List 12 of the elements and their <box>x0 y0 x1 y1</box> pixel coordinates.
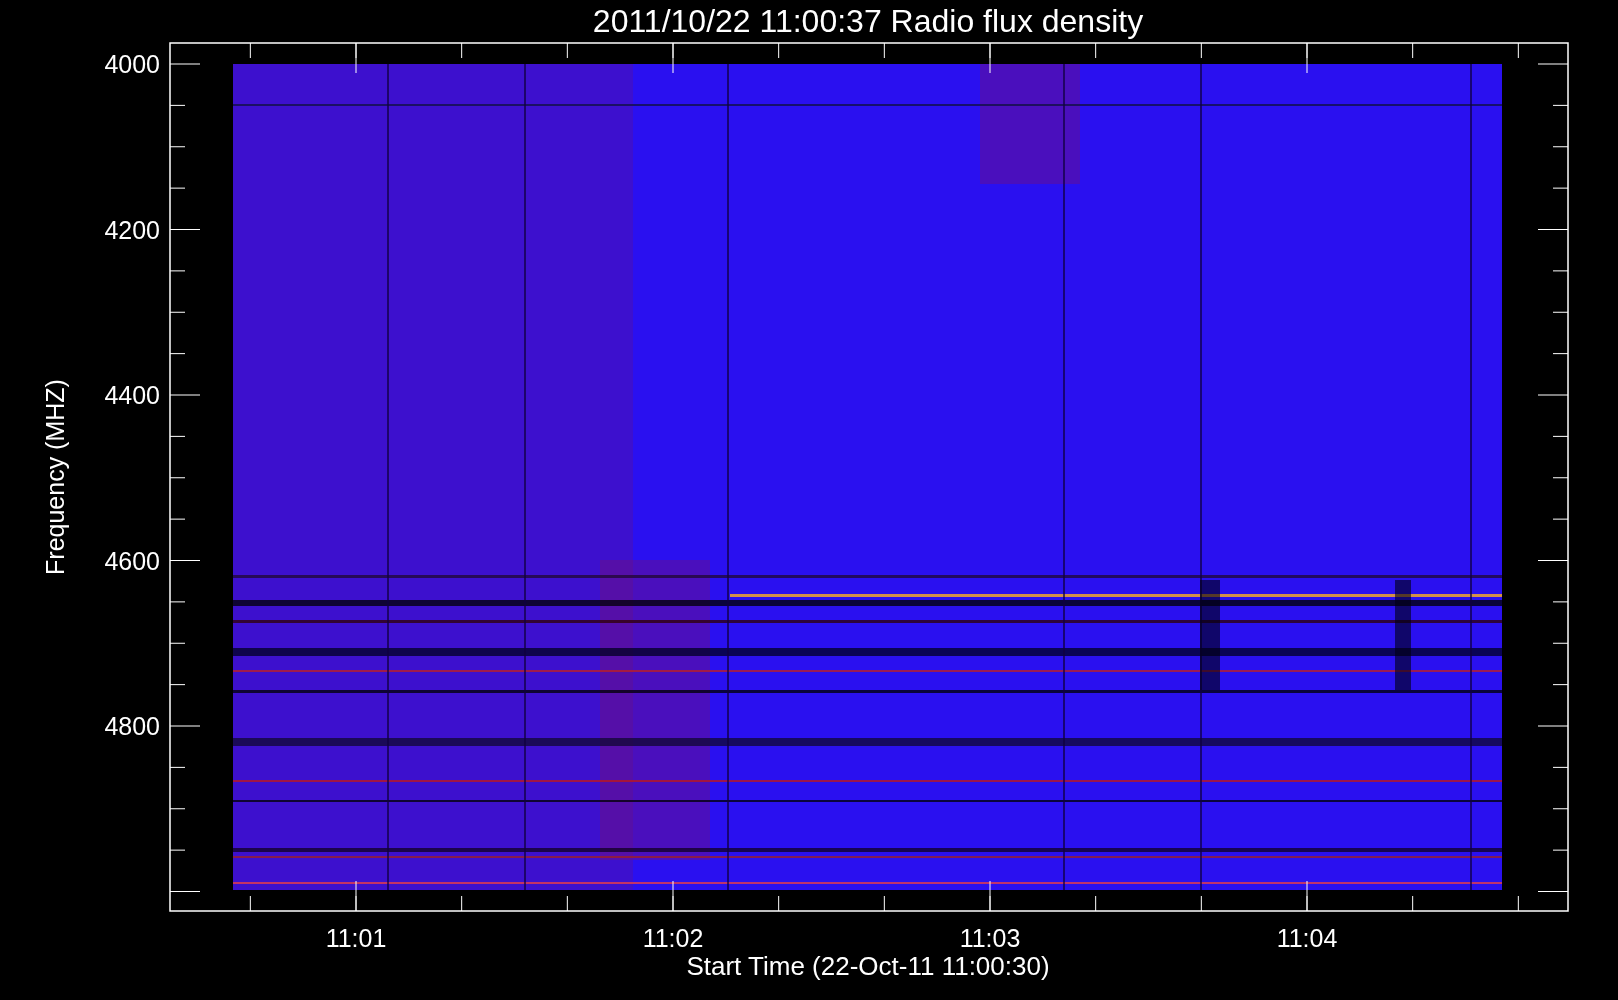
x-tick-label: 11:01 <box>325 924 387 952</box>
x-axis-label: Start Time (22-Oct-11 11:00:30) <box>686 951 1050 981</box>
x-tick-label: 11:03 <box>959 924 1021 952</box>
y-tick-label: 4200 <box>104 215 160 244</box>
y-tick-label: 4600 <box>104 546 160 575</box>
y-tick-label: 4800 <box>104 712 160 740</box>
x-tick-label: 11:04 <box>1276 924 1338 952</box>
y-axis-label: Frequency (MHZ) <box>41 379 69 575</box>
chart-title: 2011/10/22 11:00:37 Radio flux density <box>592 3 1144 39</box>
y-tick-label: 4400 <box>104 381 160 409</box>
y-tick-label: 4000 <box>104 50 160 78</box>
x-tick-label: 11:02 <box>642 924 704 952</box>
